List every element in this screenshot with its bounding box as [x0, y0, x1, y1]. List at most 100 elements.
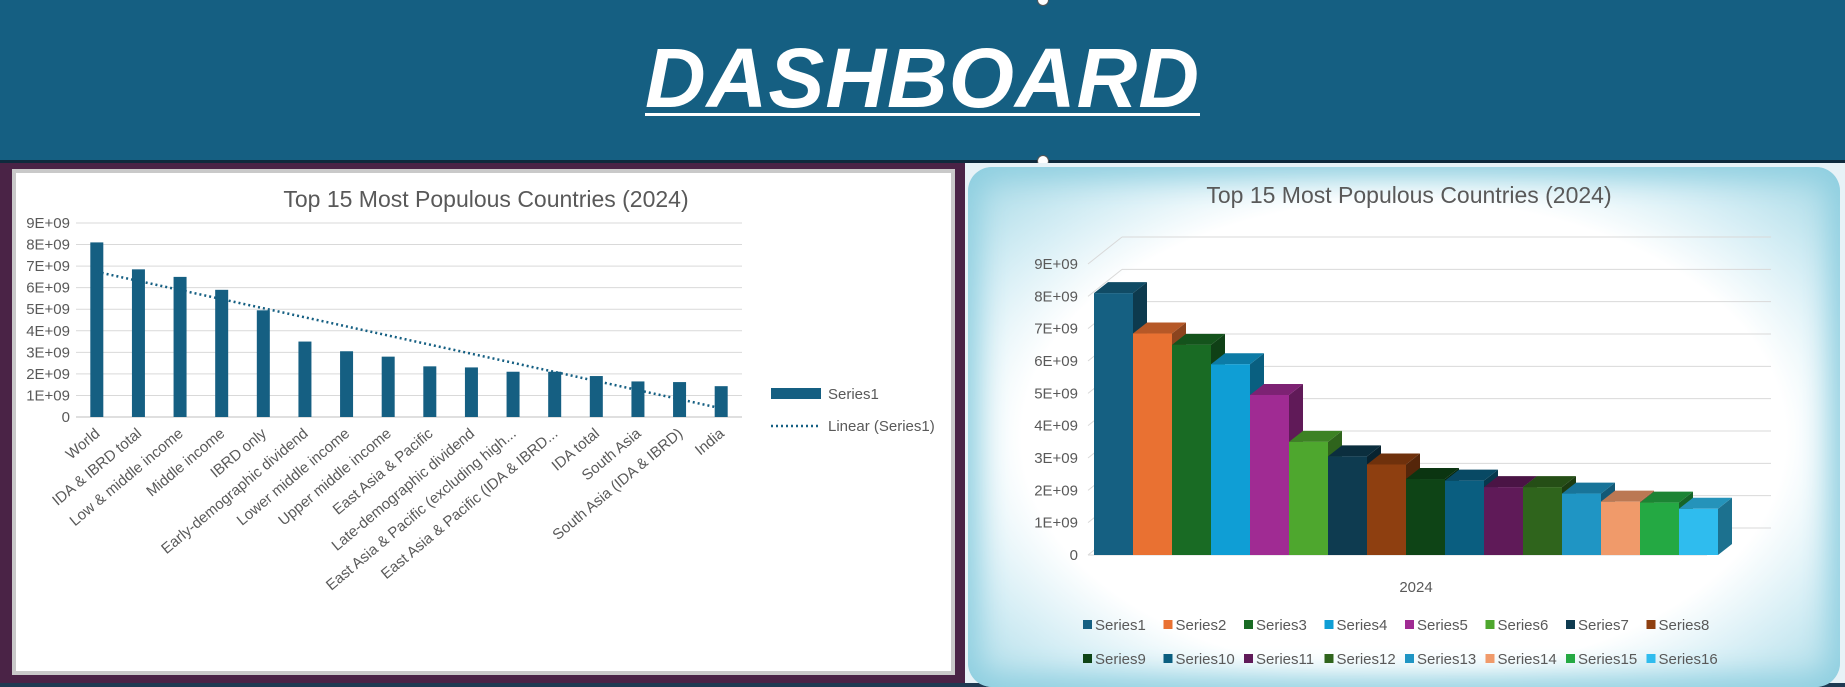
bar[interactable]: [464, 367, 478, 417]
legend-swatch: [1163, 654, 1173, 663]
population-column-chart: Top 15 Most Populous Countries (2024) 0 1…: [26, 186, 935, 594]
y-tick-label: 2E+09: [1034, 482, 1078, 499]
bar-front: [1211, 364, 1250, 555]
bar-front: [1445, 480, 1484, 555]
right-chart-area[interactable]: Top 15 Most Populous Countries (2024) 0 1…: [968, 167, 1840, 687]
bar[interactable]: [423, 366, 437, 417]
y-tick-label: 5E+09: [26, 301, 70, 318]
y-tick-label: 3E+09: [1034, 450, 1078, 467]
legend-label: Series14: [1498, 651, 1557, 668]
bar[interactable]: [381, 356, 395, 417]
legend-swatch: [1163, 620, 1173, 629]
bar-front: [1640, 502, 1679, 555]
dashboard-header: DASHBOARD: [0, 0, 1845, 163]
legend-label: Series11: [1256, 651, 1314, 668]
bar[interactable]: [506, 371, 520, 417]
bar-front: [1133, 333, 1172, 555]
gridline-side: [1087, 236, 1123, 265]
chart-title: Top 15 Most Populous Countries (2024): [1206, 182, 1611, 208]
legend-swatch: [1566, 654, 1575, 663]
legend-label-trendline: Linear (Series1): [828, 418, 935, 435]
bar[interactable]: [173, 276, 187, 417]
y-tick-label: 7E+09: [26, 258, 70, 275]
y-tick-label: 2E+09: [26, 366, 70, 383]
right-chart-panel: Top 15 Most Populous Countries (2024) 0 1…: [965, 163, 1845, 687]
x-tick-label: India: [692, 425, 728, 459]
bar[interactable]: [631, 381, 645, 417]
bar[interactable]: [548, 371, 562, 417]
legend-swatch-series1: [771, 388, 821, 399]
legend-swatch: [1324, 654, 1334, 663]
legend-label: Series5: [1417, 617, 1468, 634]
legend-label: Series16: [1659, 651, 1718, 668]
bar-front: [1250, 394, 1289, 555]
legend-label: Series4: [1337, 617, 1388, 634]
y-tick-label: 4E+09: [1034, 418, 1078, 435]
chart-title: Top 15 Most Populous Countries (2024): [283, 186, 688, 212]
bar[interactable]: [131, 269, 145, 417]
left-chart-area[interactable]: Top 15 Most Populous Countries (2024) 0 1…: [12, 169, 955, 675]
y-tick-label: 3E+09: [26, 344, 70, 361]
bar[interactable]: [340, 351, 354, 417]
y-tick-label: 6E+09: [26, 280, 70, 297]
y-tick-label: 5E+09: [1034, 385, 1078, 402]
legend-swatch: [1083, 620, 1092, 629]
y-tick-label: 6E+09: [1034, 353, 1078, 370]
bar-front: [1484, 487, 1523, 555]
bar-front: [1094, 293, 1133, 555]
y-tick-label: 9E+09: [1034, 256, 1078, 273]
y-tick-label: 1E+09: [26, 387, 70, 404]
bar[interactable]: [256, 310, 270, 417]
legend-label: Series7: [1578, 617, 1629, 634]
bar-front: [1406, 479, 1445, 555]
bar-front: [1289, 441, 1328, 555]
legend-swatch: [1566, 620, 1575, 629]
bar-front: [1328, 456, 1367, 555]
legend-label: Series13: [1417, 651, 1476, 668]
legend-label: Series8: [1659, 617, 1710, 634]
legend-swatch: [1324, 620, 1334, 629]
bar-front: [1172, 344, 1211, 555]
legend-swatch: [1405, 620, 1414, 629]
bar[interactable]: [298, 341, 312, 417]
legend-label: Series2: [1176, 617, 1227, 634]
trendline: [96, 270, 722, 410]
bar[interactable]: [215, 289, 229, 417]
y-tick-label: 8E+09: [1034, 288, 1078, 305]
legend-swatch: [1485, 620, 1495, 629]
legend-swatch: [1646, 654, 1656, 663]
y-tick-label: 9E+09: [26, 215, 70, 232]
left-chart-panel: Top 15 Most Populous Countries (2024) 0 1…: [0, 163, 965, 683]
legend-swatch: [1244, 654, 1253, 663]
y-tick-label: 4E+09: [26, 323, 70, 340]
legend-swatch: [1485, 654, 1495, 663]
y-tick-label: 0: [62, 409, 70, 426]
bar-3d[interactable]: [1679, 497, 1732, 555]
y-tick-label: 0: [1070, 547, 1078, 564]
legend-label: Series9: [1095, 651, 1146, 668]
legend-label: Series12: [1337, 651, 1396, 668]
bar[interactable]: [714, 386, 728, 417]
bar-front: [1562, 493, 1601, 555]
bar-front: [1367, 464, 1406, 555]
y-tick-label: 8E+09: [26, 237, 70, 254]
legend-swatch: [1244, 620, 1253, 629]
bar-front: [1523, 487, 1562, 555]
legend-swatch: [1405, 654, 1414, 663]
population-3d-column-chart: Top 15 Most Populous Countries (2024) 0 1…: [1034, 182, 1771, 668]
bar-front: [1679, 508, 1718, 555]
legend-label: Series15: [1578, 651, 1637, 668]
legend-label: Series3: [1256, 617, 1307, 634]
y-tick-label: 1E+09: [1034, 515, 1078, 532]
dashboard-title: DASHBOARD: [645, 31, 1200, 125]
legend-label: Series10: [1176, 651, 1235, 668]
x-category-label: 2024: [1399, 579, 1432, 596]
bar-front: [1601, 501, 1640, 555]
bar[interactable]: [90, 242, 104, 417]
legend-label: Series6: [1498, 617, 1549, 634]
legend-swatch: [1083, 654, 1092, 663]
legend-label: Series1: [1095, 617, 1146, 634]
legend-label-series1: Series1: [828, 386, 879, 403]
y-tick-label: 7E+09: [1034, 321, 1078, 338]
legend-swatch: [1646, 620, 1656, 629]
